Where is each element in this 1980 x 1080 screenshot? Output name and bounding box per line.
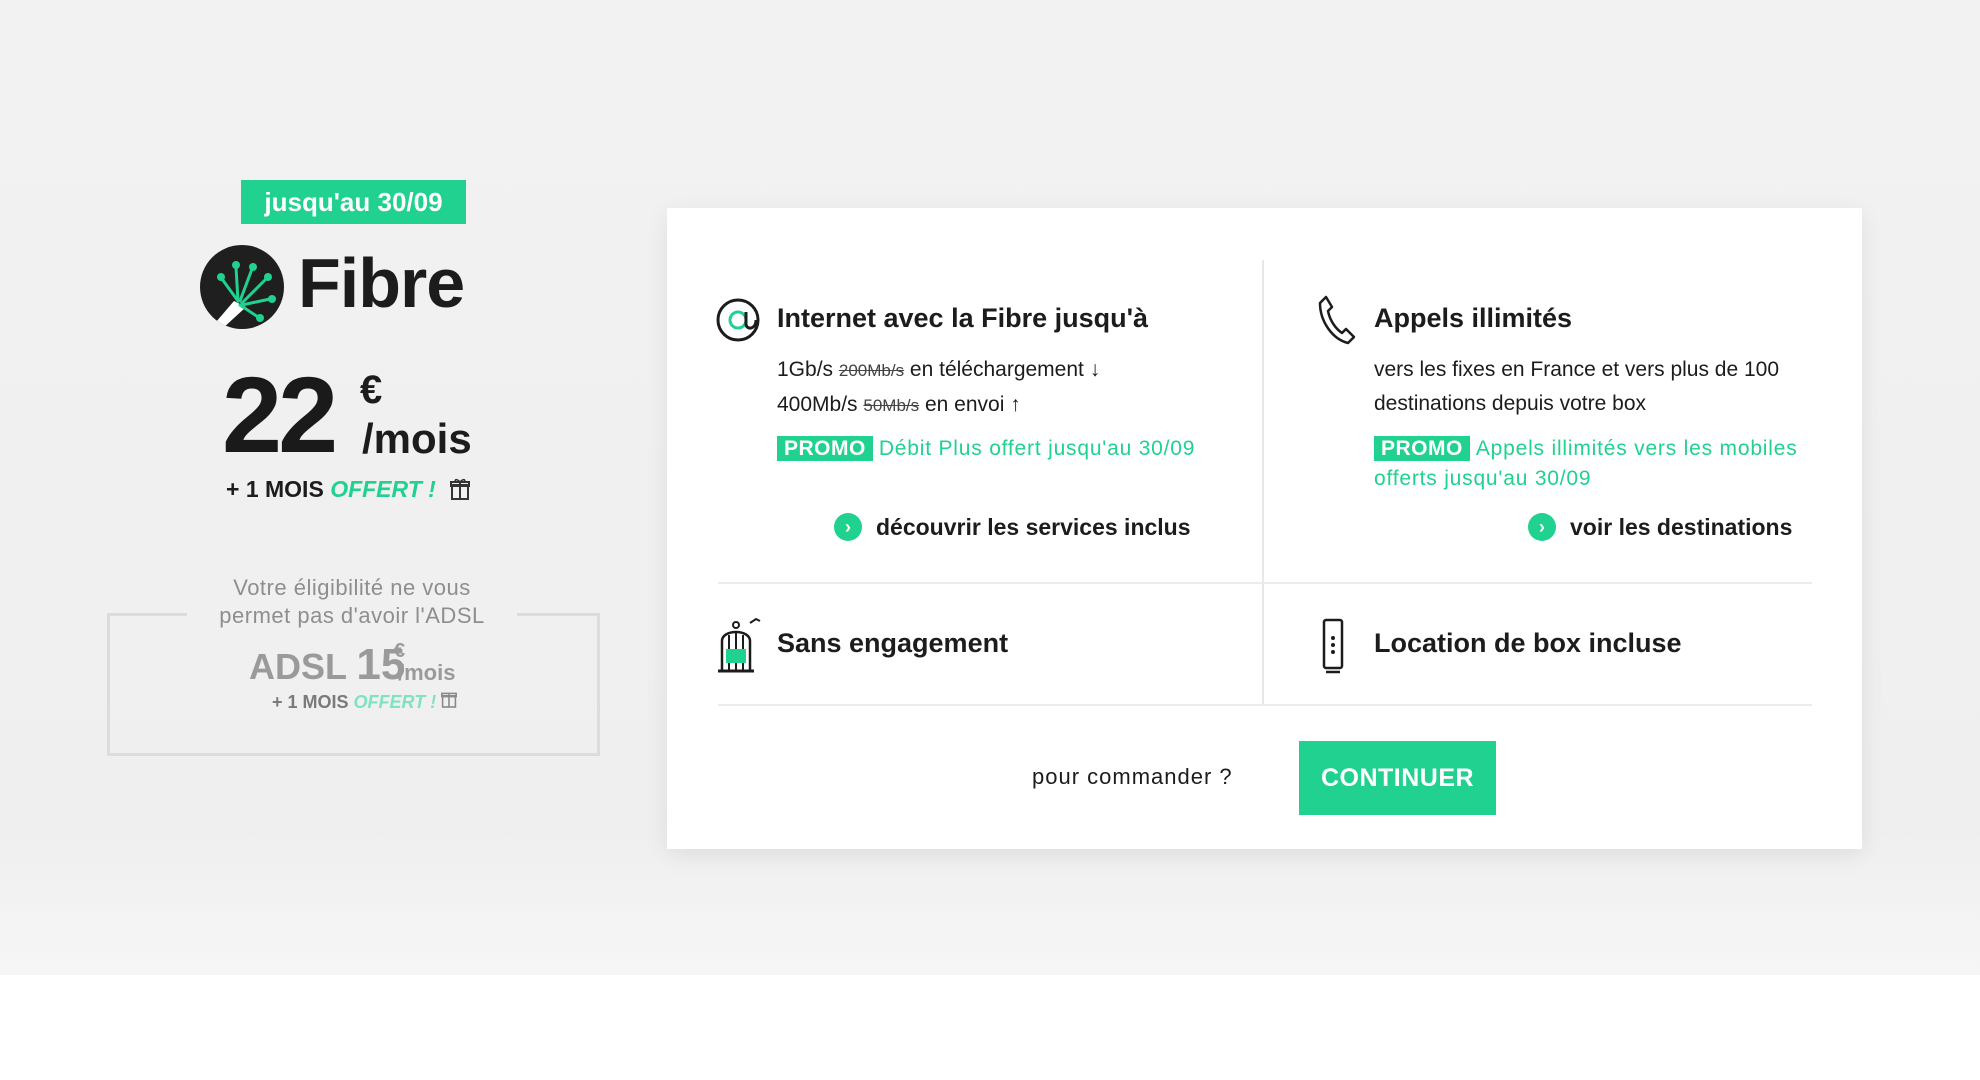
- destinations-link-label: voir les destinations: [1570, 514, 1793, 540]
- bonus-month: + 1 MOIS OFFERT !: [226, 474, 471, 507]
- fibre-logo-icon: [200, 245, 284, 329]
- adsl-bonus-highlight: OFFERT !: [353, 692, 437, 712]
- calls-description: vers les fixes en France et vers plus de…: [1374, 358, 1780, 415]
- adsl-bonus-prefix: + 1 MOIS: [272, 692, 349, 712]
- no-commitment-title: Sans engagement: [777, 628, 1009, 658]
- offer-period: /mois: [362, 415, 472, 462]
- adsl-gift-icon: [441, 692, 458, 712]
- upload-old-speed: 50Mb/s: [863, 396, 920, 415]
- download-speed-value: 1Gb/s: [777, 358, 834, 381]
- offer-currency: €: [360, 368, 383, 412]
- row-divider: [718, 582, 1812, 584]
- internet-speeds: 1Gb/s 200Mb/s en téléchargement ↓ 400Mb/…: [777, 353, 1197, 423]
- continue-button[interactable]: CONTINUER: [1299, 741, 1496, 815]
- bonus-prefix: + 1 MOIS: [226, 476, 324, 502]
- download-old-speed: 200Mb/s: [838, 361, 905, 380]
- destinations-link[interactable]: › voir les destinations: [1528, 512, 1792, 542]
- adsl-period: /mois: [398, 660, 456, 685]
- internet-title: Internet avec la Fibre jusqu'à: [777, 303, 1149, 333]
- calls-promo: PROMO Appels illimités vers les mobiles o…: [1374, 434, 1804, 494]
- column-divider: [1262, 260, 1264, 705]
- chevron-right-icon: ›: [834, 513, 862, 541]
- download-speed: 1Gb/s 200Mb/s en téléchargement ↓: [777, 353, 1197, 388]
- calls-title: Appels illimités: [1374, 303, 1573, 333]
- promo-date-tag: jusqu'au 30/09: [241, 180, 466, 224]
- adsl-offer: ADSL 15: [249, 643, 405, 689]
- adsl-label: ADSL: [249, 646, 347, 687]
- offer-summary: jusqu'au 30/09 Fibre 22 € /mois + 1 MOIS…: [0, 0, 660, 975]
- promo-badge: PROMO: [1374, 436, 1470, 461]
- internet-promo-text: Débit Plus offert jusqu'au 30/09: [878, 437, 1196, 460]
- box-rental-title: Location de box incluse: [1374, 628, 1682, 658]
- upload-label: en envoi ↑: [924, 393, 1021, 416]
- upload-speed-value: 400Mb/s: [777, 393, 858, 416]
- birdcage-icon: [714, 617, 764, 673]
- upload-speed: 400Mb/s 50Mb/s en envoi ↑: [777, 388, 1197, 423]
- phone-handset-icon: [1316, 293, 1366, 345]
- gift-icon: [450, 477, 471, 507]
- order-prompt: pour commander ?: [1032, 764, 1233, 789]
- adsl-bonus: + 1 MOIS OFFERT !: [272, 690, 462, 713]
- router-box-icon: [1318, 616, 1368, 674]
- eligibility-message: Votre éligibilité ne vous permet pas d'a…: [187, 574, 517, 630]
- promo-badge: PROMO: [777, 436, 873, 461]
- internet-promo: PROMO Débit Plus offert jusqu'au 30/09: [777, 434, 1197, 464]
- offer-price: 22: [222, 354, 338, 475]
- offer-title: Fibre: [298, 244, 465, 322]
- row-divider: [718, 704, 1812, 706]
- services-link[interactable]: › découvrir les services inclus: [834, 512, 1191, 542]
- chevron-right-icon: ›: [1528, 513, 1556, 541]
- services-link-label: découvrir les services inclus: [876, 514, 1191, 540]
- download-label: en téléchargement ↓: [909, 358, 1101, 381]
- at-sign-icon: [714, 296, 764, 346]
- bonus-highlight: OFFERT !: [330, 476, 436, 502]
